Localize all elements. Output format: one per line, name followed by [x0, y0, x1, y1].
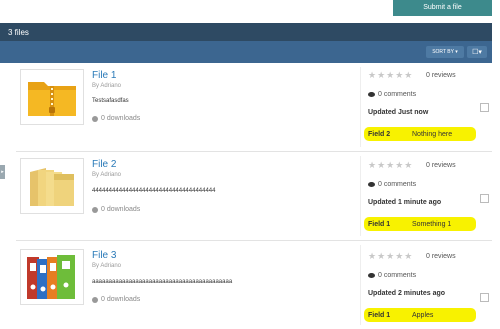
comments-count[interactable]: 0 comments	[368, 181, 416, 188]
binders-icon[interactable]	[20, 249, 84, 305]
top-bar: Submit a file	[0, 0, 500, 22]
download-count-label: 0 downloads	[101, 296, 141, 303]
select-checkbox[interactable]	[480, 293, 489, 302]
custom-field: Field 1 Something 1	[364, 217, 476, 231]
submit-file-button[interactable]: Submit a file	[393, 0, 492, 16]
comments-label: 0 comments	[378, 181, 417, 188]
file-row[interactable]: File 2 By Adriano 4444444444444444444444…	[16, 152, 492, 241]
file-count: 3 files	[8, 27, 29, 37]
field-label: Field 1	[368, 220, 391, 228]
file-title[interactable]: File 3	[92, 250, 116, 261]
field-label: Field 1	[368, 311, 391, 319]
folders-icon[interactable]	[20, 158, 84, 214]
reviews-count[interactable]: 0 reviews	[426, 253, 456, 260]
comments-label: 0 comments	[378, 91, 417, 98]
field-value: Apples	[412, 311, 434, 319]
file-author: By Adriano	[92, 263, 122, 269]
zip-folder-icon[interactable]	[20, 69, 84, 125]
comment-icon	[368, 92, 375, 97]
reviews-count[interactable]: 0 reviews	[426, 72, 456, 79]
custom-field: Field 1 Apples	[364, 308, 476, 322]
field-label: Field 2	[368, 130, 391, 138]
download-count: 0 downloads	[92, 296, 140, 303]
file-description: aaaaaaaaaaaaaaaaaaaaaaaaaaaaaaaaaaaaaaaa…	[92, 279, 233, 285]
download-count: 0 downloads	[92, 206, 140, 213]
comment-icon	[368, 182, 375, 187]
comment-icon	[368, 273, 375, 278]
custom-field: Field 2 Nothing here	[364, 127, 476, 141]
select-checkbox[interactable]	[480, 194, 489, 203]
file-description: 4444444444444444444444444444444444444	[92, 188, 216, 194]
divider	[360, 245, 361, 325]
select-checkbox[interactable]	[480, 103, 489, 112]
file-row[interactable]: File 3 By Adriano aaaaaaaaaaaaaaaaaaaaaa…	[16, 241, 492, 329]
divider	[360, 156, 361, 236]
reviews-count[interactable]: 0 reviews	[426, 162, 456, 169]
view-toggle-button[interactable]: ☐▾	[467, 46, 487, 58]
comments-count[interactable]: 0 comments	[368, 91, 416, 98]
file-author: By Adriano	[92, 172, 122, 178]
download-count-label: 0 downloads	[101, 115, 141, 122]
sort-by-button[interactable]: SORT BY ▾	[426, 46, 464, 58]
field-value: Nothing here	[412, 130, 453, 138]
file-description: Testsafasdfas	[92, 98, 129, 104]
list-toolbar	[0, 41, 492, 63]
updated-time: Updated Just now	[368, 109, 429, 116]
file-row[interactable]: File 1 By Adriano Testsafasdfas 0 downlo…	[16, 63, 492, 152]
comments-count[interactable]: 0 comments	[368, 272, 416, 279]
updated-time: Updated 1 minute ago	[368, 199, 442, 206]
rating-stars[interactable]: ★★★★★	[368, 70, 413, 81]
download-count-label: 0 downloads	[101, 206, 141, 213]
download-icon	[92, 296, 98, 303]
file-title[interactable]: File 2	[92, 159, 116, 170]
rating-stars[interactable]: ★★★★★	[368, 251, 413, 262]
field-value: Something 1	[412, 220, 452, 228]
side-toggle-tab[interactable]: ▸	[0, 165, 5, 179]
divider	[360, 67, 361, 147]
updated-time: Updated 2 minutes ago	[368, 290, 446, 297]
download-count: 0 downloads	[92, 115, 140, 122]
rating-stars[interactable]: ★★★★★	[368, 160, 413, 171]
download-icon	[92, 206, 98, 213]
file-author: By Adriano	[92, 83, 122, 89]
file-count-header: 3 files	[0, 23, 492, 41]
comments-label: 0 comments	[378, 272, 417, 279]
file-title[interactable]: File 1	[92, 70, 116, 81]
download-icon	[92, 115, 98, 122]
